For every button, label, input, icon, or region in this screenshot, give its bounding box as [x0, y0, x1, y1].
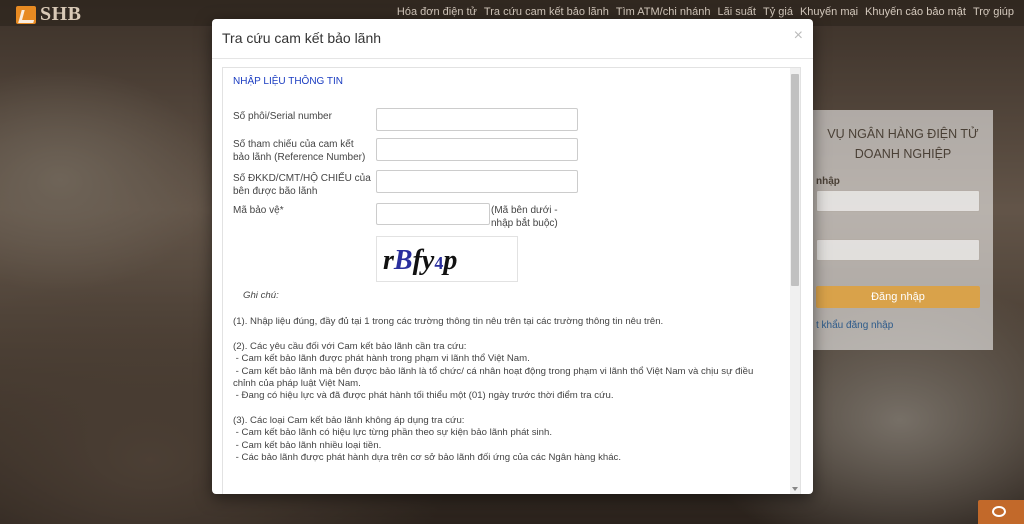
- captcha-image: rBfy4p: [376, 236, 518, 282]
- note-1: (1). Nhập liệu đúng, đầy đủ tại 1 trong …: [233, 316, 664, 328]
- serial-number-input[interactable]: [376, 108, 578, 131]
- note-3-title: (3). Các loại Cam kết bảo lãnh không áp …: [233, 414, 465, 426]
- brand-logo[interactable]: SHB: [16, 3, 82, 26]
- login-title-line-1: VỤ NGÂN HÀNG ĐIỆN TỬ: [827, 127, 979, 141]
- note-2: (2). Các yêu cầu đối với Cam kết bảo lãn…: [233, 341, 778, 403]
- captcha-note: (Mã bên dưới - nhập bắt buộc): [491, 205, 558, 229]
- notes-section: Ghi chú: (1). Nhập liệu đúng, đầy đủ tại…: [233, 290, 778, 476]
- guarantee-lookup-modal: Tra cứu cam kết bảo lãnh × NHẬP LIỆU THÔ…: [212, 19, 813, 494]
- note-3-line-1: - Cam kết bảo lãnh có hiệu lực từng phần…: [233, 427, 553, 439]
- captcha-char-4: 4: [434, 253, 444, 273]
- scrollbar-thumb[interactable]: [791, 74, 799, 286]
- modal-title: Tra cứu cam kết bảo lãnh: [222, 30, 382, 46]
- note-3-line-2: - Cam kết bảo lãnh nhiều loại tiền.: [233, 439, 382, 451]
- modal-body: NHẬP LIỆU THÔNG TIN Số phôi/Serial numbe…: [222, 67, 801, 494]
- captcha-char-3: fy: [412, 245, 435, 276]
- nav-item-e-invoice[interactable]: Hóa đơn điện tử: [397, 6, 477, 18]
- notes-heading: Ghi chú:: [243, 290, 279, 301]
- modal-scrollbar[interactable]: [790, 68, 800, 494]
- scroll-down-icon[interactable]: [792, 487, 798, 491]
- nav-item-help[interactable]: Trợ giúp: [973, 6, 1014, 18]
- note-2-title: (2). Các yêu cầu đối với Cam kết bảo lãn…: [233, 340, 467, 352]
- nav-item-security-advice[interactable]: Khuyến cáo bảo mật: [865, 6, 966, 18]
- chat-icon: [992, 506, 1006, 517]
- captcha-input[interactable]: [376, 203, 490, 225]
- login-username-label: nhập: [816, 176, 840, 187]
- close-icon[interactable]: ×: [794, 27, 803, 45]
- top-nav-links: Hóa đơn điện tử Tra cứu cam kết bảo lãnh…: [397, 6, 1014, 18]
- nav-item-exchange-rate[interactable]: Tỷ giá: [763, 6, 793, 18]
- note-2-line-2: - Cam kết bảo lãnh mà bên được bảo lãnh …: [233, 365, 756, 390]
- chat-button[interactable]: [978, 500, 1024, 524]
- reference-number-input[interactable]: [376, 138, 578, 161]
- nav-item-atm-branch[interactable]: Tìm ATM/chi nhánh: [616, 6, 711, 18]
- note-2-line-3: - Đang có hiệu lực và đã được phát hành …: [233, 390, 614, 402]
- login-button[interactable]: Đăng nhập: [816, 286, 980, 308]
- captcha-char-2: B: [393, 245, 413, 276]
- captcha-label: Mã bảo vệ*: [233, 205, 284, 216]
- business-id-input[interactable]: [376, 170, 578, 193]
- nav-item-guarantee-lookup[interactable]: Tra cứu cam kết bảo lãnh: [484, 6, 609, 18]
- section-title: NHẬP LIỆU THÔNG TIN: [233, 76, 344, 87]
- shb-logo-icon: [16, 5, 36, 24]
- note-2-line-1: - Cam kết bảo lãnh được phát hành trong …: [233, 353, 530, 365]
- captcha-char-1: r: [383, 245, 394, 276]
- login-title-line-2: DOANH NGHIỆP: [854, 147, 952, 161]
- reference-number-label: Số tham chiếu của cam kết bảo lãnh (Refe…: [233, 139, 366, 163]
- note-3: (3). Các loại Cam kết bảo lãnh không áp …: [233, 415, 778, 465]
- login-panel-title: VỤ NGÂN HÀNG ĐIỆN TỬ DOANH NGHIỆP: [818, 124, 988, 164]
- brand-logo-text: SHB: [40, 3, 82, 25]
- nav-item-promotions[interactable]: Khuyến mại: [800, 6, 858, 18]
- serial-number-label: Số phôi/Serial number: [233, 111, 332, 122]
- captcha-char-5: p: [443, 245, 458, 276]
- login-username-input[interactable]: [816, 190, 980, 212]
- forgot-password-link[interactable]: t khẩu đăng nhập: [816, 320, 893, 331]
- login-password-input[interactable]: [816, 239, 980, 261]
- note-3-line-3: - Các bảo lãnh được phát hành dựa trên c…: [233, 452, 622, 464]
- modal-header: Tra cứu cam kết bảo lãnh ×: [212, 19, 813, 59]
- captcha-text: rBfy4p: [383, 245, 457, 277]
- business-id-label: Số ĐKKD/CMT/HỘ CHIẾU của bên được bão lã…: [233, 173, 371, 197]
- nav-item-interest-rate[interactable]: Lãi suất: [717, 6, 756, 18]
